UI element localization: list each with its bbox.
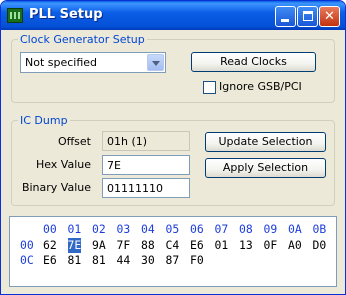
- hex-dump-cell[interactable]: 44: [117, 253, 131, 268]
- minimize-icon: [281, 19, 289, 22]
- hex-dump-column-label: 06: [190, 222, 204, 236]
- window-title: PLL Setup: [29, 7, 103, 22]
- hex-dump-cell[interactable]: E6: [190, 238, 204, 253]
- close-button[interactable]: ✕: [319, 6, 340, 27]
- hex-dump-column-label: 02: [92, 222, 106, 236]
- hex-dump-column-label: 0B: [312, 222, 327, 236]
- ic-dump-legend: IC Dump: [20, 114, 68, 127]
- binary-value-label: Binary Value: [21, 181, 91, 194]
- ignore-gsb-pci-label[interactable]: Ignore GSB/PCI: [219, 80, 302, 93]
- hex-value-input[interactable]: 7E: [102, 155, 190, 175]
- hex-dump-cell[interactable]: 01: [215, 238, 229, 253]
- hex-dump-column-label: 0A: [288, 222, 302, 236]
- hex-dump-cell[interactable]: 81: [92, 253, 106, 268]
- hex-dump-column-label: 03: [116, 222, 131, 236]
- maximize-button[interactable]: [297, 6, 318, 27]
- hex-dump-column-label: 01: [67, 222, 82, 236]
- hex-dump-cell[interactable]: 88: [141, 238, 155, 253]
- hex-dump-column-label: 04: [141, 222, 155, 236]
- hex-value-label: Hex Value: [35, 158, 91, 171]
- hex-dump-cell[interactable]: E6: [43, 253, 57, 268]
- clock-generator-legend: Clock Generator Setup: [20, 33, 145, 46]
- hex-dump-cell[interactable]: D0: [313, 238, 327, 253]
- binary-value-input[interactable]: 01111110: [102, 178, 190, 198]
- offset-label: Offset: [57, 135, 91, 148]
- hex-dump-cell[interactable]: 30: [141, 253, 155, 268]
- hex-dump-column-label: 09: [263, 222, 278, 236]
- clock-generator-select-value: Not specified: [25, 56, 98, 69]
- read-clocks-button[interactable]: Read Clocks: [191, 52, 316, 72]
- hex-dump-cell-selected[interactable]: 7E: [67, 238, 82, 253]
- hex-dump-column-label: 00: [43, 222, 57, 236]
- update-selection-button[interactable]: Update Selection: [205, 132, 326, 152]
- apply-selection-button[interactable]: Apply Selection: [205, 158, 326, 178]
- title-bar[interactable]: PLL Setup ✕: [1, 1, 345, 30]
- hex-dump-cell[interactable]: 13: [239, 238, 253, 253]
- chevron-down-icon[interactable]: [147, 54, 164, 71]
- hex-dump-cell[interactable]: 0F: [264, 238, 278, 253]
- hex-dump-cell[interactable]: 81: [68, 253, 82, 268]
- hex-dump-cell[interactable]: C4: [166, 238, 180, 253]
- app-chip-icon: [7, 8, 23, 23]
- close-icon: ✕: [324, 9, 335, 24]
- hex-dump-column-label: 07: [214, 222, 229, 236]
- hex-dump-cell[interactable]: 87: [166, 253, 180, 268]
- hex-dump-column-label: 05: [165, 222, 180, 236]
- hex-dump-row-offset: 0C: [20, 253, 34, 267]
- offset-field: 01h (1): [102, 131, 190, 151]
- hex-dump-cell[interactable]: 9A: [92, 238, 106, 253]
- ignore-gsb-pci-checkbox[interactable]: [203, 81, 216, 94]
- pll-setup-window: PLL Setup ✕ Clock Generator Setup Not sp…: [0, 0, 346, 295]
- hex-dump-cell[interactable]: F0: [190, 253, 204, 268]
- minimize-button[interactable]: [275, 6, 296, 27]
- clock-generator-select[interactable]: Not specified: [20, 52, 166, 73]
- hex-dump-cell[interactable]: A0: [288, 238, 302, 253]
- maximize-icon: [303, 11, 313, 21]
- hex-dump-column-label: 08: [239, 222, 253, 236]
- hex-dump-cell[interactable]: 62: [43, 238, 57, 253]
- hex-dump-row-offset: 00: [20, 238, 34, 252]
- hex-dump-cell[interactable]: 7F: [117, 238, 131, 253]
- hex-dump-grid[interactable]: 00 01 02 03 04 05 06 07 08 09 0A 0B 00 62 7E 9A 7F 88 C4 E…: [9, 216, 337, 287]
